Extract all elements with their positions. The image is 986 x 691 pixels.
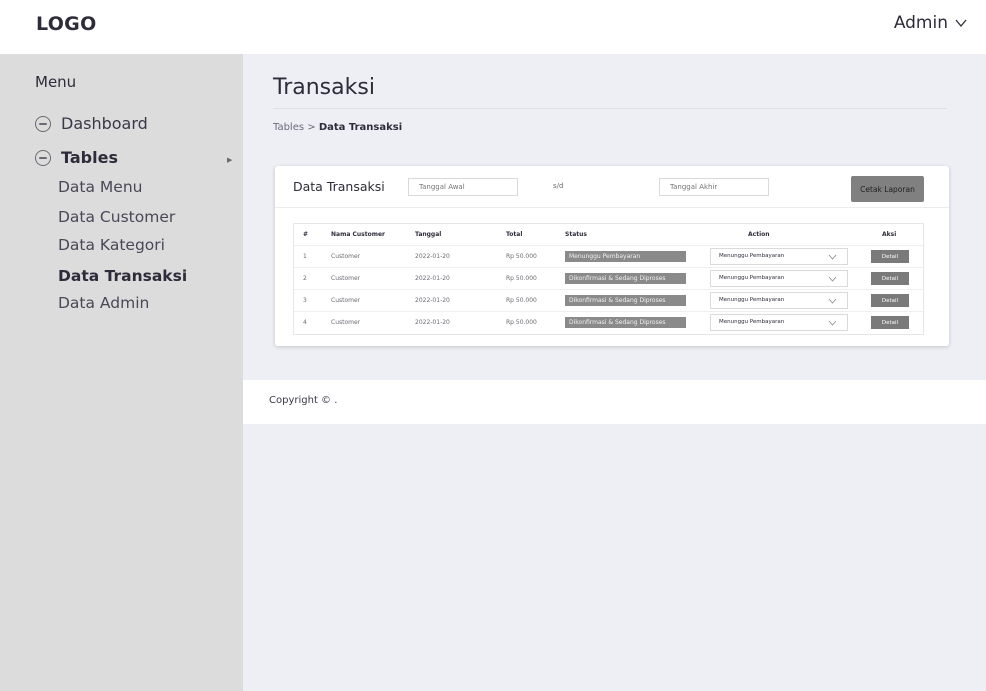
circle-icon	[35, 115, 51, 132]
chevron-down-icon	[828, 320, 837, 326]
row-customer: Customer	[331, 297, 361, 304]
row-total: Rp 50.000	[506, 319, 537, 326]
logo[interactable]: LOGO	[36, 13, 97, 35]
sidebar-subitem-data-transaksi[interactable]: Data Transaksi	[58, 267, 187, 285]
row-number: 2	[303, 275, 307, 282]
row-total: Rp 50.000	[506, 253, 537, 260]
print-report-button[interactable]: Cetak Laporan	[851, 176, 924, 202]
row-date: 2022-01-20	[415, 297, 450, 304]
user-menu[interactable]: Admin	[894, 13, 968, 33]
footer: Copyright © .	[243, 380, 986, 424]
user-menu-label: Admin	[893, 13, 948, 33]
sidebar-item-label: Tables	[61, 148, 118, 167]
column-header-action: Action	[748, 231, 770, 238]
card-divider	[275, 207, 949, 208]
breadcrumb: Tables > Data Transaksi	[273, 122, 402, 133]
action-select[interactable]: Menunggu Pembayaran	[710, 292, 848, 309]
action-select[interactable]: Menunggu Pembayaran	[710, 314, 848, 331]
sidebar-item-tables[interactable]: Tables	[35, 148, 118, 167]
table-row: 1 Customer 2022-01-20 Rp 50.000 Menunggu…	[294, 246, 923, 268]
row-number: 3	[303, 297, 307, 304]
page-title: Transaksi	[273, 75, 375, 100]
circle-icon	[35, 149, 51, 166]
column-header-customer: Nama Customer	[331, 231, 385, 238]
row-customer: Customer	[331, 319, 361, 326]
column-header-aksi: Aksi	[882, 231, 897, 238]
table-row: 4 Customer 2022-01-20 Rp 50.000 Dikonfir…	[294, 312, 923, 334]
row-number: 4	[303, 319, 307, 326]
row-number: 1	[303, 253, 307, 260]
detail-button[interactable]: Detail	[871, 294, 909, 307]
status-badge: Dikonfirmasi & Sedang Diproses	[565, 295, 686, 306]
chevron-down-icon	[955, 19, 967, 28]
sidebar-subitem-data-kategori[interactable]: Data Kategori	[58, 236, 165, 254]
action-select-value: Menunggu Pembayaran	[719, 275, 785, 281]
row-customer: Customer	[331, 275, 361, 282]
status-badge: Menunggu Pembayaran	[565, 251, 686, 262]
sidebar-item-dashboard[interactable]: Dashboard	[35, 114, 148, 133]
sidebar-subitem-data-customer[interactable]: Data Customer	[58, 208, 175, 226]
detail-button[interactable]: Detail	[871, 272, 909, 285]
table-row: 2 Customer 2022-01-20 Rp 50.000 Dikonfir…	[294, 268, 923, 290]
chevron-down-icon	[828, 254, 837, 260]
breadcrumb-root[interactable]: Tables	[273, 122, 304, 133]
column-header-date: Tanggal	[415, 231, 442, 238]
end-date-input[interactable]	[659, 178, 769, 196]
title-divider	[273, 108, 947, 109]
detail-button[interactable]: Detail	[871, 316, 909, 329]
row-customer: Customer	[331, 253, 361, 260]
column-header-number: #	[303, 231, 309, 238]
column-header-status: Status	[565, 231, 587, 238]
row-date: 2022-01-20	[415, 275, 450, 282]
transactions-table: # Nama Customer Tanggal Total Status Act…	[293, 223, 924, 335]
copyright-text: Copyright © .	[269, 395, 338, 406]
caret-right-icon[interactable]: ▶	[227, 156, 232, 164]
chevron-down-icon	[828, 276, 837, 282]
sidebar-subitem-data-admin[interactable]: Data Admin	[58, 294, 149, 312]
row-date: 2022-01-20	[415, 319, 450, 326]
row-total: Rp 50.000	[506, 297, 537, 304]
date-range-separator: s/d	[553, 182, 564, 190]
row-total: Rp 50.000	[506, 275, 537, 282]
sidebar-title: Menu	[35, 73, 77, 91]
transaction-card: Data Transaksi s/d Cetak Laporan # Nama …	[275, 166, 949, 346]
chevron-down-icon	[828, 298, 837, 304]
sidebar-subitem-data-menu[interactable]: Data Menu	[58, 178, 143, 196]
sidebar-item-label: Dashboard	[61, 114, 148, 133]
breadcrumb-separator: >	[304, 122, 319, 133]
action-select-value: Menunggu Pembayaran	[719, 253, 785, 259]
status-badge: Dikonfirmasi & Sedang Diproses	[565, 273, 686, 284]
top-bar: LOGO Admin	[0, 0, 986, 54]
start-date-input[interactable]	[408, 178, 518, 196]
action-select[interactable]: Menunggu Pembayaran	[710, 270, 848, 287]
column-header-total: Total	[506, 231, 523, 238]
sidebar: Menu Dashboard Tables ▶ Data Menu Data C…	[0, 54, 243, 691]
table-header-row: # Nama Customer Tanggal Total Status Act…	[294, 224, 923, 246]
action-select-value: Menunggu Pembayaran	[719, 319, 785, 325]
card-title: Data Transaksi	[293, 179, 385, 194]
status-badge: Dikonfirmasi & Sedang Diproses	[565, 317, 686, 328]
table-row: 3 Customer 2022-01-20 Rp 50.000 Dikonfir…	[294, 290, 923, 312]
action-select-value: Menunggu Pembayaran	[719, 297, 785, 303]
breadcrumb-current: Data Transaksi	[318, 122, 403, 133]
row-date: 2022-01-20	[415, 253, 450, 260]
detail-button[interactable]: Detail	[871, 250, 909, 263]
action-select[interactable]: Menunggu Pembayaran	[710, 248, 848, 265]
